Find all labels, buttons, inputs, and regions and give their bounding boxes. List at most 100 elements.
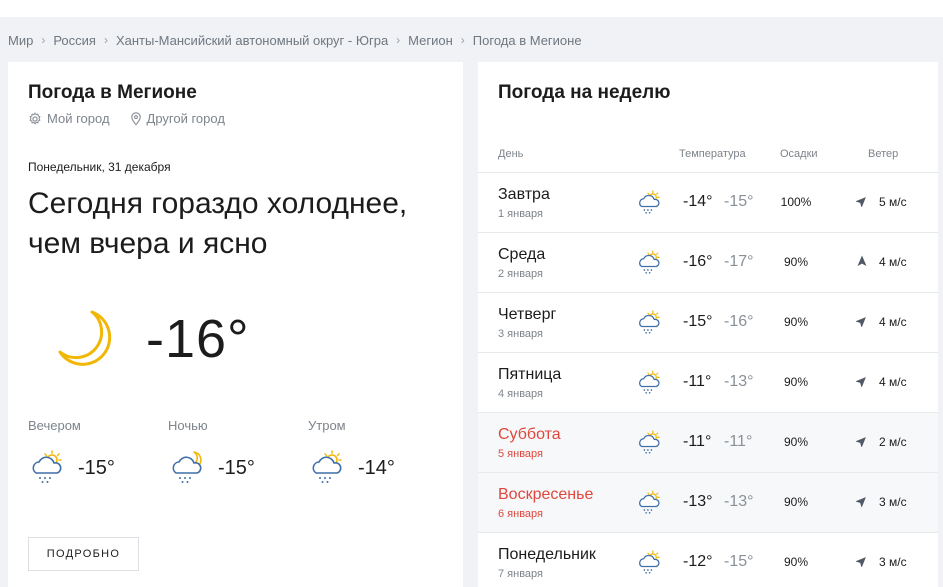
header-wind: Ветер — [868, 148, 899, 160]
forecast-row[interactable]: Воскресенье 6 января -13° -13° 90% 3 м/с — [478, 472, 938, 532]
forecast-row[interactable]: Завтра 1 января -14° -15° 100% 5 м/с — [478, 172, 938, 232]
week-table: Завтра 1 января -14° -15° 100% 5 м/с Среда 2 ян… — [478, 172, 938, 587]
row-temp-night: -13° — [724, 373, 754, 390]
details-button[interactable]: ПОДРОБНО — [28, 537, 139, 571]
row-day: Завтра — [498, 186, 550, 203]
header-precipitation: Осадки — [780, 148, 818, 160]
cloud-sun-snow-icon — [639, 190, 660, 214]
breadcrumb-separator: › — [460, 33, 465, 47]
row-temp-day: -14° — [683, 193, 713, 210]
forecast-row[interactable]: Среда 2 января -16° -17° 90% 4 м/с — [478, 232, 938, 292]
row-precipitation: 90% — [783, 555, 809, 569]
other-city-link[interactable]: Другой город — [130, 111, 225, 126]
page-title: Погода в Мегионе — [28, 82, 197, 103]
row-precipitation: 100% — [780, 195, 812, 209]
row-precipitation: 90% — [783, 375, 809, 389]
location-pin-icon — [130, 111, 141, 126]
breadcrumb-city[interactable]: Мегион — [408, 33, 453, 48]
week-title: Погода на неделю — [498, 82, 671, 103]
week-table-header: День Температура Осадки Ветер — [478, 148, 938, 172]
wind-direction-icon — [856, 197, 866, 207]
wind-direction-icon — [857, 255, 867, 266]
wind-direction-icon — [856, 437, 866, 447]
breadcrumb-world[interactable]: Мир — [8, 33, 33, 48]
row-wind: 2 м/с — [879, 435, 907, 449]
part-temperature: -14° — [358, 456, 395, 479]
row-temp-night: -17° — [724, 253, 754, 270]
row-date: 6 января — [498, 508, 543, 520]
row-wind: 3 м/с — [879, 555, 907, 569]
row-day: Среда — [498, 246, 546, 263]
my-city-label: Мой город — [47, 111, 110, 126]
row-temp-night: -11° — [724, 433, 753, 450]
row-day: Суббота — [498, 426, 561, 443]
row-date: 7 января — [498, 568, 543, 580]
row-day: Пятница — [498, 366, 562, 383]
row-day: Четверг — [498, 306, 557, 323]
part-label: Ночью — [168, 418, 208, 433]
row-date: 4 января — [498, 388, 543, 400]
part-temperature: -15° — [218, 456, 255, 479]
breadcrumb: Мир › Россия › Ханты-Мансийский автономн… — [8, 32, 582, 48]
row-date: 1 января — [498, 208, 543, 220]
weather-headline: Сегодня гораздо холоднее, чем вчера и яс… — [28, 187, 408, 260]
row-temp-night: -15° — [724, 193, 754, 210]
row-precipitation: 90% — [783, 255, 809, 269]
wind-direction-icon — [856, 557, 866, 567]
forecast-night: Ночью -15° — [168, 418, 298, 486]
breadcrumb-separator: › — [396, 33, 401, 47]
cloud-sun-snow-icon — [32, 450, 62, 483]
row-day: Воскресенье — [498, 486, 594, 503]
row-day: Понедельник — [498, 546, 596, 563]
forecast-evening: Вечером -15° — [28, 418, 158, 486]
header-day: День — [498, 148, 524, 160]
forecast-row[interactable]: Пятница 4 января -11° -13° 90% 4 м/с — [478, 352, 938, 412]
row-temp-day: -13° — [683, 493, 713, 510]
row-precipitation: 90% — [783, 495, 809, 509]
row-date: 3 января — [498, 328, 543, 340]
today-card: Погода в Мегионе Мой город Другой город … — [8, 62, 463, 587]
cloud-sun-snow-icon — [312, 450, 342, 483]
cloud-sun-snow-icon — [639, 490, 660, 514]
current-date: Понедельник, 31 декабря — [28, 160, 171, 174]
wind-direction-icon — [856, 497, 866, 507]
part-temperature: -15° — [78, 456, 115, 479]
city-links: Мой город Другой город — [28, 111, 245, 126]
wind-direction-icon — [856, 317, 866, 327]
forecast-row[interactable]: Понедельник 7 января -12° -15° 90% 3 м/с — [478, 532, 938, 587]
forecast-morning: Утром -14° — [308, 418, 438, 486]
row-precipitation: 90% — [783, 435, 809, 449]
my-city-link[interactable]: Мой город — [28, 111, 110, 126]
row-wind: 5 м/с — [879, 195, 907, 209]
cloud-sun-snow-icon — [639, 310, 660, 334]
row-temp-day: -11° — [683, 373, 712, 390]
part-label: Вечером — [28, 418, 81, 433]
row-wind: 4 м/с — [879, 255, 907, 269]
row-temp-night: -13° — [724, 493, 754, 510]
breadcrumb-region[interactable]: Ханты-Мансийский автономный округ - Югра — [116, 33, 388, 48]
forecast-row[interactable]: Суббота 5 января -11° -11° 90% 2 м/с — [478, 412, 938, 472]
row-wind: 4 м/с — [879, 375, 907, 389]
row-temp-day: -16° — [683, 253, 713, 270]
cloud-sun-snow-icon — [639, 370, 660, 394]
breadcrumb-russia[interactable]: Россия — [53, 33, 96, 48]
row-temp-day: -12° — [683, 553, 713, 570]
wind-direction-icon — [856, 377, 866, 387]
cloud-sun-snow-icon — [639, 550, 660, 574]
row-temp-day: -11° — [683, 433, 712, 450]
row-wind: 3 м/с — [879, 495, 907, 509]
current-temperature: -16° — [146, 309, 250, 369]
header-temperature: Температура — [679, 148, 746, 160]
breadcrumb-separator: › — [41, 33, 46, 47]
forecast-row[interactable]: Четверг 3 января -15° -16° 90% 4 м/с — [478, 292, 938, 352]
breadcrumb-current: Погода в Мегионе — [472, 32, 582, 48]
row-precipitation: 90% — [783, 315, 809, 329]
row-date: 5 января — [498, 448, 543, 460]
part-label: Утром — [308, 418, 346, 433]
breadcrumb-separator: › — [103, 33, 108, 47]
top-bar — [0, 0, 943, 17]
cloud-sun-snow-icon — [639, 430, 660, 454]
cloud-moon-snow-icon — [172, 451, 202, 483]
row-wind: 4 м/с — [879, 315, 907, 329]
cloud-sun-snow-icon — [639, 250, 660, 274]
